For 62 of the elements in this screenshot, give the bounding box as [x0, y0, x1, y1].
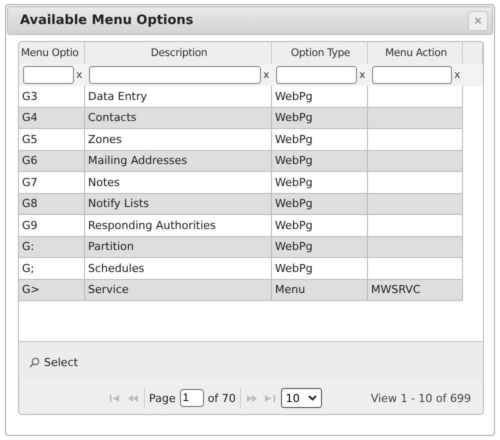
- filter-field[interactable]: [372, 66, 452, 84]
- clear-filter-button[interactable]: x: [360, 69, 365, 81]
- table-cell: Menu: [272, 280, 368, 300]
- table-row[interactable]: G6 Mailing Addresses WebPg: [19, 150, 463, 172]
- page-size-select[interactable]: 10: [280, 388, 322, 408]
- next-page-icon: [246, 394, 257, 402]
- chevron-down-icon: [308, 395, 317, 401]
- table-cell: WebPg: [272, 108, 368, 128]
- table-row[interactable]: G: Partition WebPg: [19, 236, 463, 258]
- filter-field[interactable]: [89, 66, 260, 84]
- table-cell: G>: [19, 280, 85, 300]
- search-icon: [29, 356, 40, 368]
- table-cell: Responding Authorities: [85, 215, 272, 236]
- table-row[interactable]: G5 Zones WebPg: [19, 129, 463, 150]
- table-cell: WebPg: [272, 236, 368, 257]
- filter-field[interactable]: [23, 66, 74, 84]
- table-cell: WebPg: [272, 172, 368, 192]
- table-cell: G4: [19, 108, 85, 128]
- table-cell: WebPg: [272, 86, 368, 106]
- table-row[interactable]: G; Schedules WebPg: [19, 258, 463, 280]
- table-cell: G7: [19, 172, 85, 192]
- table-cell: Contacts: [85, 108, 272, 128]
- clear-filter-button[interactable]: x: [76, 69, 82, 81]
- table-cell: G6: [19, 150, 85, 171]
- table-cell: WebPg: [272, 258, 368, 278]
- table-cell: WebPg: [272, 129, 368, 150]
- select-button[interactable]: Select: [29, 356, 78, 368]
- table-row[interactable]: G> Service Menu MWSRVC: [19, 280, 463, 301]
- page-count: of 70: [208, 392, 236, 404]
- table-cell: Schedules: [85, 258, 272, 278]
- table-cell: MWSRVC: [368, 280, 463, 300]
- table-cell: WebPg: [272, 215, 368, 236]
- table-cell: Partition: [85, 236, 272, 257]
- filter-field[interactable]: [276, 66, 356, 84]
- record-count: View 1 - 10 of 699: [370, 392, 471, 404]
- clear-filter-button[interactable]: x: [454, 69, 460, 81]
- table-row[interactable]: G8 Notify Lists WebPg: [19, 194, 463, 215]
- table-cell: Notify Lists: [85, 194, 272, 214]
- table-cell: G9: [19, 215, 85, 236]
- table-cell: Notes: [85, 172, 272, 192]
- table-cell: G5: [19, 129, 85, 150]
- table-cell: Mailing Addresses: [85, 150, 272, 171]
- page-label: Page: [149, 392, 176, 404]
- table-row[interactable]: G7 Notes WebPg: [19, 172, 463, 194]
- table-cell: WebPg: [272, 194, 368, 214]
- table-cell: Service: [85, 280, 272, 300]
- table-cell: WebPg: [272, 150, 368, 171]
- table-cell: G8: [19, 194, 85, 214]
- last-page-icon: [264, 394, 275, 402]
- table-row[interactable]: G9 Responding Authorities WebPg: [19, 215, 463, 236]
- page-field[interactable]: 1: [180, 389, 204, 407]
- table-row[interactable]: G3 Data Entry WebPg: [19, 86, 463, 108]
- table-cell: Data Entry: [85, 86, 272, 106]
- table-cell: G3: [19, 86, 85, 106]
- table-cell: Zones: [85, 129, 272, 150]
- first-page-icon: [110, 394, 120, 402]
- table-cell: G;: [19, 258, 85, 278]
- dialog-title: Available Menu Options: [20, 13, 194, 28]
- clear-filter-button[interactable]: x: [264, 69, 269, 81]
- table-cell: G:: [19, 236, 85, 257]
- previous-page-icon: [128, 394, 138, 402]
- table-row[interactable]: G4 Contacts WebPg: [19, 108, 463, 129]
